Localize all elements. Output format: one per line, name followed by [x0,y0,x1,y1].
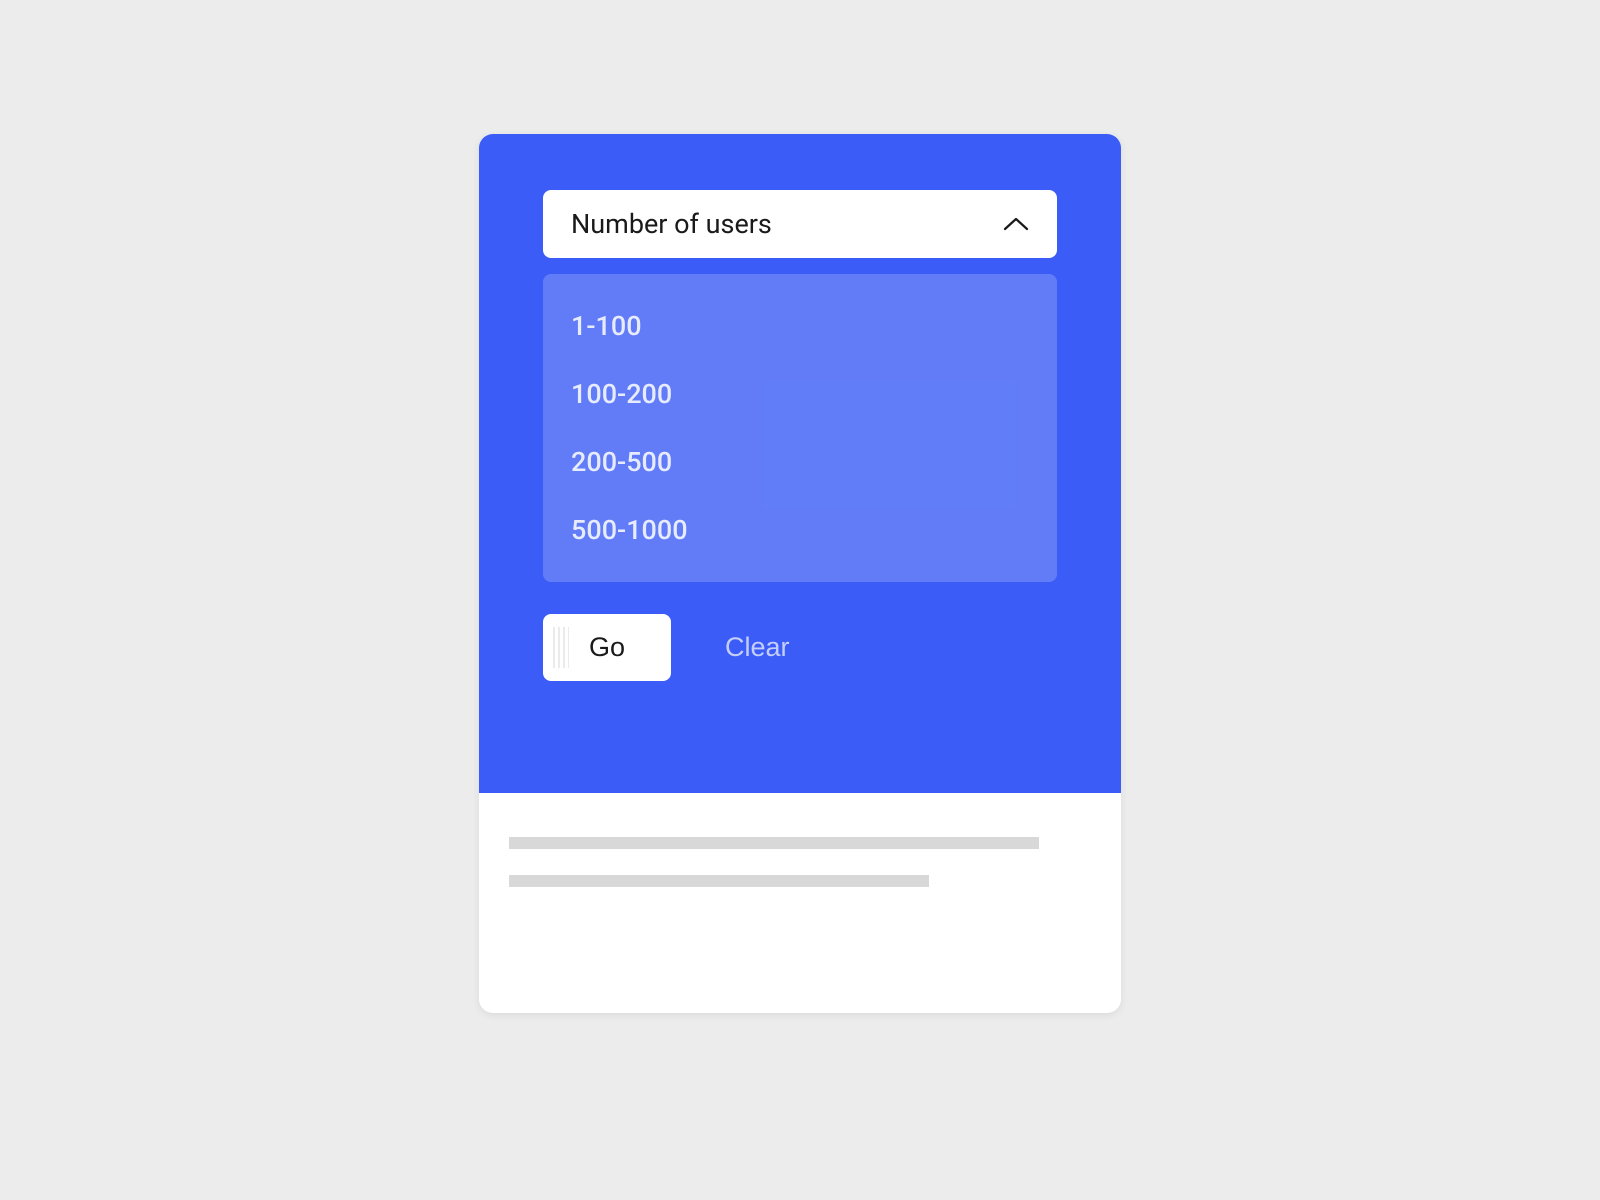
go-button[interactable]: Go [543,614,671,681]
placeholder-line [509,837,1039,849]
dropdown-options-panel: 1-100 100-200 200-500 500-1000 [543,274,1057,582]
card-top-section: Number of users 1-100 100-200 200-500 50… [479,134,1121,793]
dropdown-toggle[interactable]: Number of users [543,190,1057,258]
dropdown-card: Number of users 1-100 100-200 200-500 50… [479,134,1121,1013]
dropdown-label: Number of users [571,208,772,240]
dropdown-option-100-200[interactable]: 100-200 [543,360,1057,428]
dropdown-option-200-500[interactable]: 200-500 [543,428,1057,496]
dropdown-option-500-1000[interactable]: 500-1000 [543,496,1057,564]
dropdown-option-1-100[interactable]: 1-100 [543,292,1057,360]
card-bottom-section [479,793,1121,1013]
clear-button[interactable]: Clear [725,632,790,663]
chevron-up-icon [1003,216,1029,232]
buttons-row: Go Clear [543,614,1057,681]
placeholder-line [509,875,929,887]
